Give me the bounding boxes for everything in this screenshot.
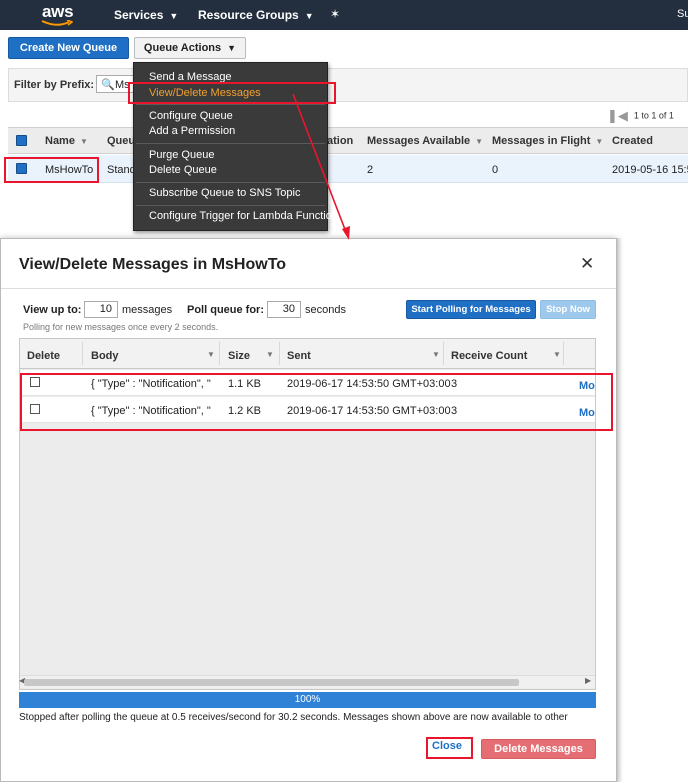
menu-item-delete-queue[interactable]: Delete Queue (149, 164, 217, 176)
dialog-divider (1, 288, 616, 289)
menu-divider (136, 182, 325, 183)
poll-queue-label: Poll queue for: (187, 304, 264, 316)
queue-actions-button[interactable]: Queue Actions ▼ (134, 37, 246, 59)
more-details-link[interactable]: Mor (579, 407, 595, 419)
column-sent[interactable]: Sent (287, 350, 311, 362)
menu-item-subscribe-sns[interactable]: Subscribe Queue to SNS Topic (149, 187, 300, 199)
message-size: 1.2 KB (228, 405, 262, 417)
stop-now-button[interactable]: Stop Now (540, 300, 596, 319)
search-icon: 🔍 (101, 79, 115, 91)
message-receive-count: 3 (451, 405, 458, 417)
created-value: 2019-05-16 15:53: (612, 164, 688, 176)
seconds-unit-label: seconds (305, 304, 346, 316)
services-menu[interactable]: Services ▼ (114, 8, 178, 22)
message-receive-count: 3 (451, 378, 458, 390)
more-details-link[interactable]: Mor (579, 380, 595, 392)
sort-icon: ▼ (475, 137, 484, 146)
top-navigation-bar: aws Services ▼ Resource Groups ▼ ✶ Su (0, 0, 688, 30)
close-icon[interactable]: ✕ (580, 254, 594, 274)
start-polling-button[interactable]: Start Polling for Messages (406, 300, 536, 319)
menu-divider (136, 205, 325, 206)
delete-checkbox[interactable] (30, 404, 40, 414)
sort-icon: ▼ (266, 350, 274, 359)
menu-item-configure-lambda-trigger[interactable]: Configure Trigger for Lambda Function (149, 210, 338, 222)
sort-icon: ▼ (207, 350, 215, 359)
filter-input-value: Ms (115, 79, 130, 91)
menu-item-purge-queue[interactable]: Purge Queue (149, 149, 214, 161)
column-body[interactable]: Body (91, 350, 119, 362)
scroll-right-icon[interactable]: ▶ (585, 676, 591, 685)
horizontal-scrollbar[interactable]: ◀ ▶ (19, 675, 595, 688)
column-divider (279, 342, 280, 365)
message-body: { "Type" : "Notification", "Me (91, 405, 211, 417)
queue-name[interactable]: MsHowTo (45, 164, 93, 176)
chevron-down-icon: ▼ (227, 43, 237, 53)
polling-status: Stopped after polling the queue at 0.5 r… (19, 712, 568, 723)
pager-text: 1 to 1 of 1 (633, 110, 674, 121)
progress-label: 100% (294, 694, 321, 705)
column-created[interactable]: Created (612, 135, 653, 147)
message-size: 1.1 KB (228, 378, 262, 390)
column-divider (219, 342, 220, 365)
aws-smile-icon (41, 20, 73, 26)
column-divider (82, 342, 83, 365)
column-retention[interactable]: ation (327, 135, 353, 147)
chevron-down-icon: ▼ (304, 11, 314, 21)
sort-icon: ▼ (79, 137, 88, 146)
column-size[interactable]: Size (228, 350, 250, 362)
delete-messages-button[interactable]: Delete Messages (481, 739, 596, 759)
column-queue-type[interactable]: Queu (107, 135, 135, 147)
messages-available-value: 2 (367, 164, 374, 176)
sort-icon: ▼ (432, 350, 440, 359)
sort-icon: ▼ (595, 137, 604, 146)
column-messages-available[interactable]: Messages Available ▼ (367, 135, 483, 147)
column-delete: Delete (27, 350, 61, 362)
delete-checkbox[interactable] (30, 377, 40, 387)
account-menu[interactable]: Su (677, 8, 688, 20)
message-sent: 2019-06-17 14:53:50 GMT+03:00 (287, 405, 451, 417)
aws-logo[interactable]: aws (42, 2, 74, 22)
close-button[interactable]: Close (432, 740, 462, 752)
poll-duration-input[interactable]: 30 (267, 301, 301, 318)
resource-groups-menu[interactable]: Resource Groups ▼ (198, 8, 314, 22)
message-sent: 2019-06-17 14:53:50 GMT+03:00 (287, 378, 451, 390)
pager: ❚◀ 1 to 1 of 1 (607, 108, 674, 124)
column-name[interactable]: Name ▼ (45, 135, 88, 147)
column-receive-count[interactable]: Receive Count (451, 350, 527, 362)
menu-item-view-delete-messages[interactable]: View/Delete Messages (149, 87, 261, 99)
filter-label: Filter by Prefix: (14, 79, 95, 91)
scrollbar-thumb[interactable] (24, 679, 519, 686)
menu-item-add-permission[interactable]: Add a Permission (149, 125, 235, 137)
view-up-to-label: View up to: (23, 304, 82, 316)
messages-unit-label: messages (122, 304, 173, 316)
menu-divider (136, 104, 325, 105)
dialog-title: View/Delete Messages in MsHowTo (19, 256, 287, 273)
select-all-checkbox[interactable] (16, 135, 27, 146)
view-up-to-input[interactable]: 10 (84, 301, 118, 318)
column-divider (563, 342, 564, 365)
queue-actions-menu: Send a Message View/Delete Messages Conf… (133, 62, 338, 231)
menu-item-send-message[interactable]: Send a Message (149, 71, 232, 83)
modal-shadow (617, 238, 623, 782)
menu-item-configure-queue[interactable]: Configure Queue (149, 110, 233, 122)
first-page-icon[interactable]: ❚◀ (607, 108, 628, 123)
chevron-down-icon: ▼ (169, 11, 179, 21)
row-checkbox[interactable] (16, 163, 27, 174)
menu-divider (136, 143, 325, 144)
create-new-queue-button[interactable]: Create New Queue (8, 37, 129, 59)
message-body: { "Type" : "Notification", "Me (91, 378, 211, 390)
pin-icon[interactable]: ✶ (330, 7, 340, 21)
sort-icon: ▼ (553, 350, 561, 359)
messages-in-flight-value: 0 (492, 164, 499, 176)
column-divider (443, 342, 444, 365)
polling-hint: Polling for new messages once every 2 se… (23, 322, 219, 332)
column-messages-in-flight[interactable]: Messages in Flight ▼ (492, 135, 603, 147)
polling-progress-bar: 100% (19, 692, 596, 708)
